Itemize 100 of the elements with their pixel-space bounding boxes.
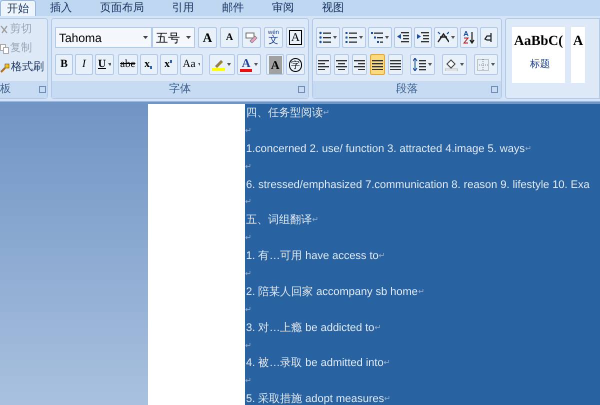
- borders-icon: [477, 58, 489, 70]
- group-label: 段落: [396, 82, 418, 98]
- dropdown-arrow-icon: [428, 63, 432, 66]
- align-justify-icon: [372, 59, 383, 70]
- dropdown-arrow-icon: [108, 63, 111, 66]
- underline-button[interactable]: U: [95, 54, 114, 75]
- paragraph-mark: ↵: [323, 106, 330, 119]
- paragraph-mark: ↵: [378, 250, 386, 262]
- bullet-list-icon: [319, 31, 331, 44]
- ribbon-tab[interactable]: 引用: [158, 0, 208, 16]
- clipboard-button[interactable]: 格式刷: [0, 59, 47, 76]
- document-line: 五、词组翻译: [245, 213, 312, 228]
- align-right-button[interactable]: [352, 54, 367, 75]
- eraser-icon: [245, 32, 258, 43]
- paragraph-mark: ↵: [245, 375, 252, 388]
- asian-layout-icon: [437, 31, 449, 44]
- align-left-button[interactable]: [316, 54, 331, 75]
- subscript-button[interactable]: x: [140, 54, 158, 75]
- font-color-button[interactable]: A: [236, 54, 262, 75]
- document-line: 4. 被…录取 be admitted into: [245, 356, 384, 370]
- align-justify-button[interactable]: [370, 54, 385, 75]
- grow-font-button[interactable]: A: [198, 27, 217, 48]
- document-line: 6. stressed/emphasized 7.communication 8. reason 9. lifestyle 10. Exa: [245, 178, 590, 192]
- bullets-button[interactable]: [316, 27, 340, 48]
- paragraph-mark: ↵: [524, 142, 532, 155]
- dropdown-arrow-icon: [227, 63, 232, 66]
- document-line: 1. 有…可用 have access to: [245, 249, 379, 264]
- paragraph-mark: ↵: [245, 232, 252, 244]
- superscript-button[interactable]: x: [160, 54, 178, 75]
- paint-bucket-icon: [445, 58, 458, 71]
- paragraph-mark: ↵: [245, 340, 252, 352]
- dropdown-arrow-icon: [451, 36, 455, 39]
- dropdown-arrow-icon: [198, 63, 200, 66]
- align-center-icon: [336, 59, 347, 70]
- clear-formatting-button[interactable]: [242, 27, 261, 48]
- paragraph-mark: ↵: [245, 304, 252, 316]
- dropdown-arrow-icon: [143, 36, 148, 39]
- dropdown-arrow-icon: [186, 36, 191, 39]
- multilevel-list-icon: [371, 31, 383, 44]
- increase-indent-button[interactable]: [414, 27, 432, 48]
- ribbon-tab[interactable]: 视图: [308, 0, 358, 16]
- line-spacing-icon: [413, 58, 426, 71]
- align-center-button[interactable]: [334, 54, 349, 75]
- sort-button[interactable]: [460, 27, 478, 48]
- font-size-field[interactable]: 五号: [152, 27, 195, 48]
- document-line: 2. 陪某人回家 accompany sb home: [245, 284, 418, 299]
- align-distribute-button[interactable]: [388, 54, 403, 75]
- decrease-indent-button[interactable]: [394, 27, 412, 48]
- bold-button[interactable]: B: [55, 54, 73, 75]
- ribbon-tab[interactable]: 审阅: [258, 0, 308, 16]
- paragraph-mark: ↵: [312, 214, 319, 226]
- copy-icon: [0, 44, 9, 54]
- decrease-indent-icon: [397, 31, 409, 44]
- change-case-button[interactable]: Aa: [180, 54, 203, 75]
- document-line: 四、任务型阅读: [245, 106, 323, 120]
- paragraph-mark: ↵: [384, 357, 391, 370]
- strikethrough-button[interactable]: abe: [118, 54, 138, 75]
- align-distribute-icon: [390, 59, 401, 70]
- numbered-list-icon: [345, 31, 357, 44]
- paragraph-mark: ↵: [384, 393, 392, 405]
- show-formatting-marks-button[interactable]: [480, 27, 498, 48]
- dropdown-arrow-icon: [460, 63, 464, 66]
- ribbon-tab[interactable]: 页面布局: [86, 0, 158, 16]
- document-line: 5. 采取措施 adopt measures: [245, 392, 384, 405]
- sort-icon: [463, 31, 475, 44]
- paintbrush-icon: [0, 62, 10, 72]
- italic-button[interactable]: I: [75, 54, 93, 75]
- document-line: 1.concerned 2. use/ function 3. attracted 4.image 5. ways: [245, 142, 525, 156]
- dropdown-arrow-icon: [385, 36, 389, 39]
- highlight-button[interactable]: [208, 54, 235, 75]
- shading-button[interactable]: [442, 54, 467, 75]
- font-name-field[interactable]: Tahoma: [55, 27, 152, 48]
- align-left-icon: [318, 59, 329, 70]
- line-spacing-button[interactable]: [410, 54, 435, 75]
- increase-indent-icon: [417, 31, 429, 44]
- paragraph-mark: ↵: [245, 196, 252, 208]
- style-gallery-item[interactable]: A: [571, 27, 586, 83]
- scissors-icon: [0, 24, 9, 34]
- dropdown-arrow-icon: [333, 36, 337, 39]
- group-label: 字体: [169, 82, 191, 98]
- paragraph-mark: ↵: [418, 286, 425, 298]
- shrink-font-button[interactable]: A: [220, 27, 239, 48]
- numbering-button[interactable]: [342, 27, 366, 48]
- ribbon-tab[interactable]: 开始: [0, 0, 36, 16]
- dropdown-arrow-icon: [254, 63, 258, 66]
- asian-layout-button[interactable]: [434, 27, 458, 48]
- paragraph-mark: ↵: [245, 124, 252, 137]
- group-label: 板: [0, 82, 11, 98]
- paragraph-mark: ↵: [245, 268, 252, 280]
- dropdown-arrow-icon: [359, 36, 363, 39]
- paragraph-mark: ↵: [245, 160, 252, 173]
- enclose-characters-button[interactable]: 字: [286, 54, 305, 75]
- multilevel-list-button[interactable]: [368, 27, 392, 48]
- style-gallery-item[interactable]: AaBbC( 标题: [512, 27, 566, 83]
- ribbon-tab[interactable]: 邮件: [208, 0, 258, 16]
- ribbon-tab[interactable]: 插入: [36, 0, 86, 16]
- character-border-button[interactable]: A: [286, 27, 305, 48]
- highlighter-icon: [212, 58, 226, 71]
- character-shading-button[interactable]: A: [266, 54, 284, 75]
- dropdown-arrow-icon: [491, 63, 495, 66]
